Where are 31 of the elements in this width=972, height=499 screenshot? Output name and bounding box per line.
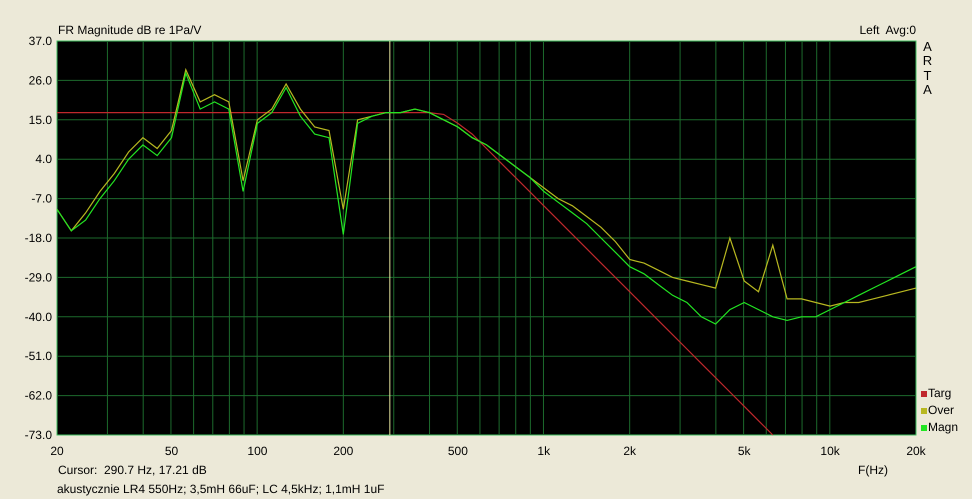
x-tick-label: 5k: [738, 444, 751, 458]
x-tick-label: 2k: [623, 444, 636, 458]
y-tick-label: -18.0: [24, 231, 52, 245]
y-tick-label: -73.0: [24, 428, 52, 442]
legend-label: Targ: [928, 385, 952, 402]
legend-label: Over: [928, 402, 954, 419]
chart-title: FR Magnitude dB re 1Pa/V: [58, 22, 202, 39]
x-tick-label: 200: [333, 444, 354, 458]
y-tick-label: 15.0: [28, 112, 52, 127]
x-tick-label: 10k: [820, 444, 840, 458]
channel-label: Left Avg:0: [860, 22, 916, 39]
x-tick-label: 50: [164, 444, 178, 458]
x-tick-label: 100: [247, 444, 268, 458]
y-tick-label: -62.0: [24, 388, 52, 403]
y-tick-label: 37.0: [28, 34, 52, 48]
x-tick-label: 20: [50, 444, 64, 458]
cursor-line[interactable]: [389, 40, 390, 436]
x-tick-label: 1k: [537, 444, 550, 458]
y-tick-label: -40.0: [24, 310, 52, 324]
y-tick-label: 26.0: [28, 73, 52, 88]
legend-label: Magn: [928, 419, 958, 436]
y-tick-label: 4.0: [35, 152, 52, 166]
caption: akustycznie LR4 550Hz; 3,5mH 66uF; LC 4,5kHz; 1,1mH 1uF: [57, 482, 384, 496]
x-tick-label: 500: [448, 444, 468, 458]
y-tick-label: -51.0: [24, 349, 52, 364]
y-tick-label: -7.0: [31, 192, 52, 206]
cursor-readout: Cursor: 290.7 Hz, 17.21 dB: [58, 462, 207, 479]
brand-label: ARTA: [922, 40, 934, 98]
x-tick-label: 20k: [906, 444, 926, 458]
axis-title: F(Hz): [858, 462, 888, 479]
y-tick-label: -29.0: [24, 270, 52, 284]
